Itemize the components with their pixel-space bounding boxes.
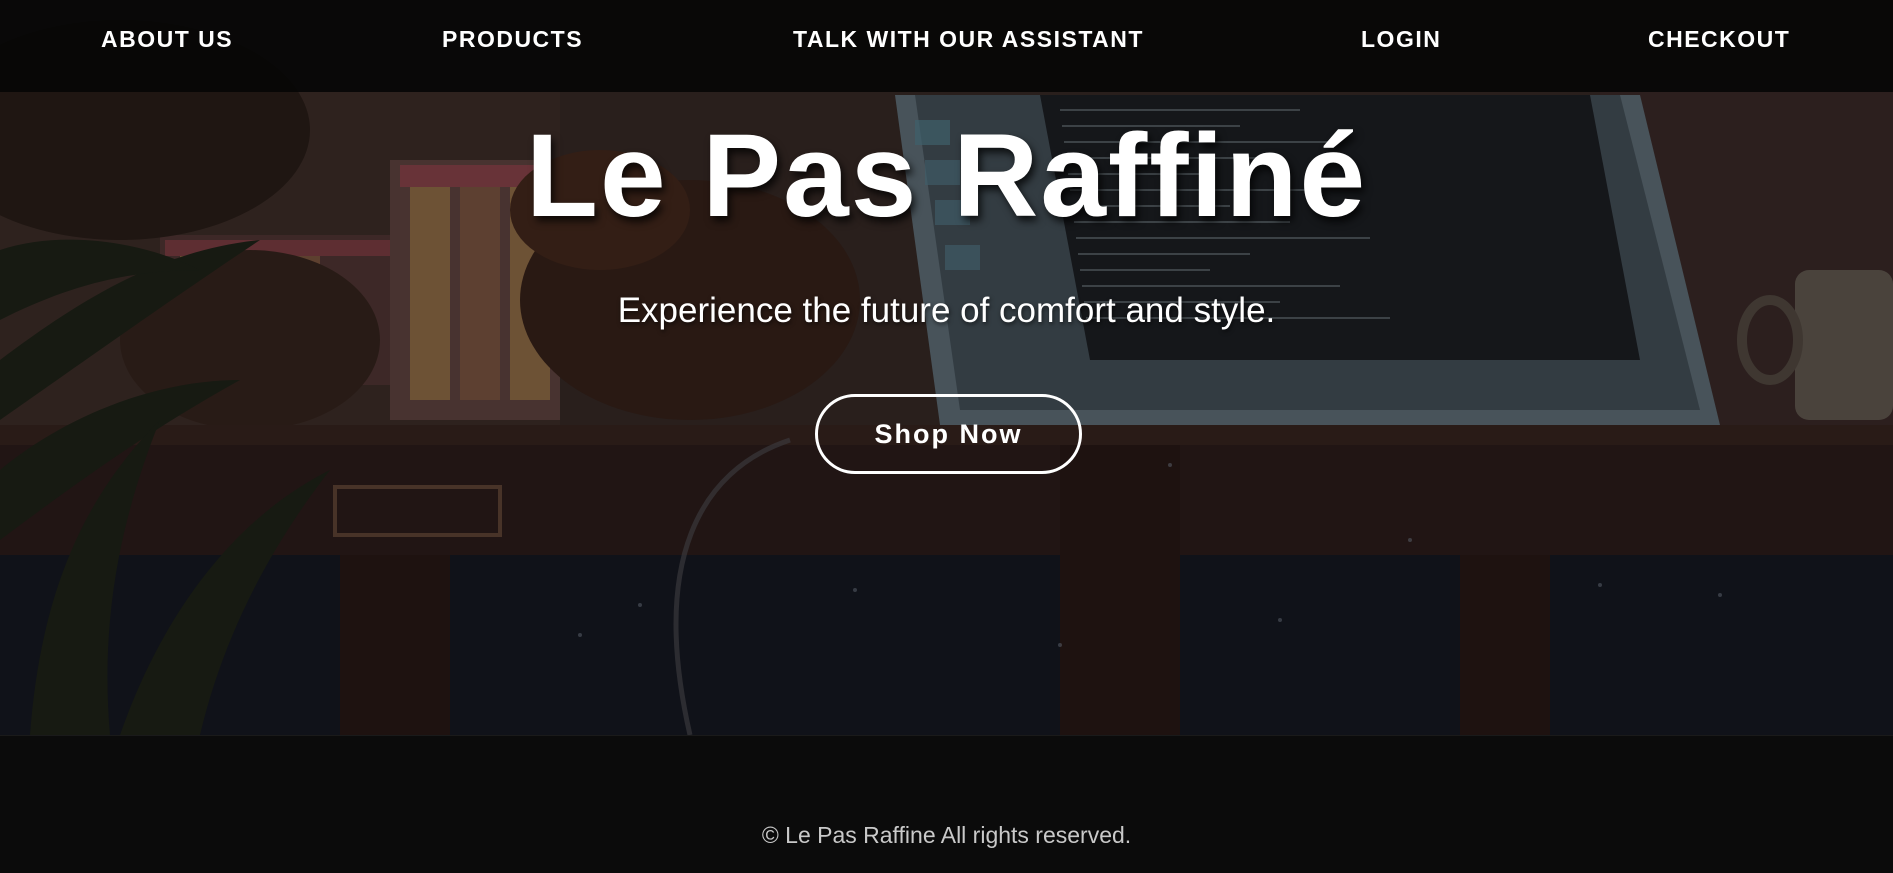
footer: © Le Pas Raffine All rights reserved. <box>0 735 1893 873</box>
shop-now-button[interactable]: Shop Now <box>815 394 1082 474</box>
nav-checkout-link[interactable]: CHECKOUT <box>1648 26 1790 53</box>
nav-assistant-link[interactable]: TALK WITH OUR ASSISTANT <box>793 26 1144 53</box>
nav-login-link[interactable]: LOGIN <box>1361 26 1441 53</box>
nav-products-link[interactable]: PRODUCTS <box>442 26 583 53</box>
hero-content: Le Pas Raffiné Experience the future of … <box>0 0 1893 735</box>
nav-about-us-link[interactable]: ABOUT US <box>101 26 233 53</box>
top-navigation: ABOUT US PRODUCTS TALK WITH OUR ASSISTAN… <box>0 0 1893 92</box>
hero-title: Le Pas Raffiné <box>525 110 1368 242</box>
footer-copyright: © Le Pas Raffine All rights reserved. <box>761 822 1132 848</box>
page: ABOUT US PRODUCTS TALK WITH OUR ASSISTAN… <box>0 0 1893 873</box>
hero-subtitle: Experience the future of comfort and sty… <box>617 291 1276 330</box>
